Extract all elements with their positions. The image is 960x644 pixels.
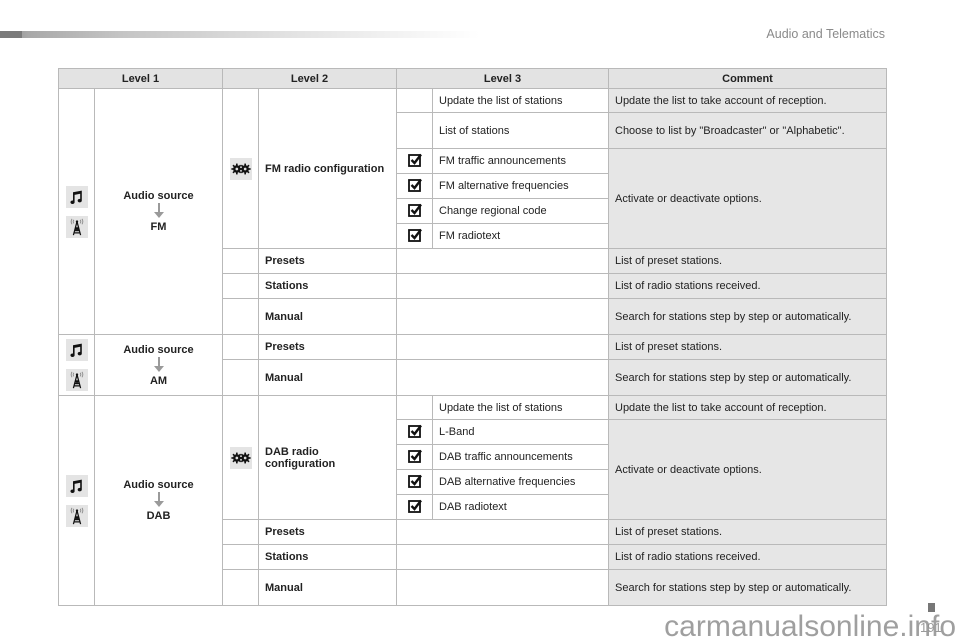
checkbox-checked-icon[interactable] (408, 424, 422, 438)
comment-cell: Search for stations step by step or auto… (608, 359, 887, 396)
comment-cell: Search for stations step by step or auto… (608, 298, 887, 335)
gears-icon (229, 446, 252, 469)
column-header-comment: Comment (608, 68, 887, 89)
checkbox-checked-icon[interactable] (408, 499, 422, 513)
level2-manual[interactable]: Manual (258, 359, 397, 396)
table-row: Audio source DAB DAB radio configuration… (58, 395, 887, 606)
watermark: carmanualsonline.info (664, 610, 956, 643)
option-dab-alt-frequencies[interactable]: DAB alternative frequencies (432, 469, 609, 495)
radio-tower-icon (65, 504, 88, 527)
table-header-row: Level 1 Level 2 Level 3 Comment (58, 68, 887, 89)
checkbox-checked-icon[interactable] (408, 153, 422, 167)
comment-cell: List of preset stations. (608, 248, 887, 274)
comment-cell: List of radio stations received. (608, 544, 887, 570)
option-regional-code[interactable]: Change regional code (432, 198, 609, 224)
level2-presets[interactable]: Presets (258, 334, 397, 360)
level2-manual[interactable]: Manual (258, 298, 397, 335)
checkbox-checked-icon[interactable] (408, 228, 422, 242)
level2-stations[interactable]: Stations (258, 544, 397, 570)
menu-item-update-list[interactable]: Update the list of stations (432, 395, 609, 420)
checkbox-checked-icon[interactable] (408, 203, 422, 217)
source-label: AM (149, 374, 168, 387)
arrow-down-icon (153, 492, 164, 508)
header-gradient-bar (0, 31, 480, 38)
option-dab-radiotext[interactable]: DAB radiotext (432, 494, 609, 520)
audio-source-label: Audio source (123, 343, 194, 356)
checkbox-checked-icon[interactable] (408, 474, 422, 488)
option-dab-traffic[interactable]: DAB traffic announcements (432, 444, 609, 470)
dab-config-icon-cell (222, 395, 259, 520)
comment-cell: List of preset stations. (608, 519, 887, 545)
level2-dab-radio-configuration[interactable]: DAB radio configuration (258, 395, 397, 520)
section-title: Audio and Telematics (766, 27, 885, 41)
level2-fm-radio-configuration[interactable]: FM radio configuration (258, 88, 397, 249)
checkbox-checked-icon[interactable] (408, 449, 422, 463)
fm-config-icon-cell (222, 88, 259, 249)
comment-cell: Activate or deactivate options. (608, 419, 887, 520)
menu-table: Level 1 Level 2 Level 3 Comment Audio so… (58, 68, 887, 606)
checkbox-checked-icon[interactable] (408, 178, 422, 192)
option-fm-traffic[interactable]: FM traffic announcements (432, 148, 609, 174)
option-l-band[interactable]: L-Band (432, 419, 609, 445)
am-icons-cell (58, 334, 95, 396)
audio-source-label: Audio source (123, 479, 194, 491)
column-header-level-1: Level 1 (58, 68, 223, 89)
header-bar-accent (0, 31, 22, 38)
level2-presets[interactable]: Presets (258, 519, 397, 545)
comment-cell: Search for stations step by step or auto… (608, 569, 887, 606)
level1-dab: Audio source DAB (94, 395, 223, 606)
arrow-down-icon (153, 203, 164, 219)
source-label: DAB (146, 510, 171, 522)
level1-am: Audio source AM (94, 334, 223, 396)
comment-cell: List of preset stations. (608, 334, 887, 360)
radio-tower-icon (65, 215, 88, 238)
menu-item-update-list[interactable]: Update the list of stations (432, 88, 609, 113)
comment-cell: Update the list to take account of recep… (608, 395, 887, 420)
table-row: Audio source FM FM radio configuration U… (58, 88, 887, 335)
level2-presets[interactable]: Presets (258, 248, 397, 274)
radio-tower-icon (65, 369, 88, 391)
level2-manual[interactable]: Manual (258, 569, 397, 606)
fm-icons-cell (58, 88, 95, 335)
music-note-icon (65, 474, 88, 497)
comment-cell: Activate or deactivate options. (608, 148, 887, 249)
music-note-icon (65, 185, 88, 208)
arrow-down-icon (153, 356, 164, 373)
level2-stations[interactable]: Stations (258, 273, 397, 299)
option-fm-alt-frequencies[interactable]: FM alternative frequencies (432, 173, 609, 199)
column-header-level-3: Level 3 (396, 68, 609, 89)
comment-cell: Update the list to take account of recep… (608, 88, 887, 113)
comment-cell: List of radio stations received. (608, 273, 887, 299)
dab-icons-cell (58, 395, 95, 606)
comment-cell: Choose to list by "Broadcaster" or "Alph… (608, 112, 887, 149)
level1-fm: Audio source FM (94, 88, 223, 335)
source-label: FM (150, 221, 167, 233)
option-fm-radiotext[interactable]: FM radiotext (432, 223, 609, 249)
music-note-icon (65, 339, 88, 361)
menu-item-list-of-stations[interactable]: List of stations (432, 112, 609, 149)
audio-source-label: Audio source (123, 190, 194, 202)
column-header-level-2: Level 2 (222, 68, 397, 89)
table-row: Audio source AM Presets List of preset s… (58, 334, 887, 396)
gears-icon (229, 157, 252, 180)
